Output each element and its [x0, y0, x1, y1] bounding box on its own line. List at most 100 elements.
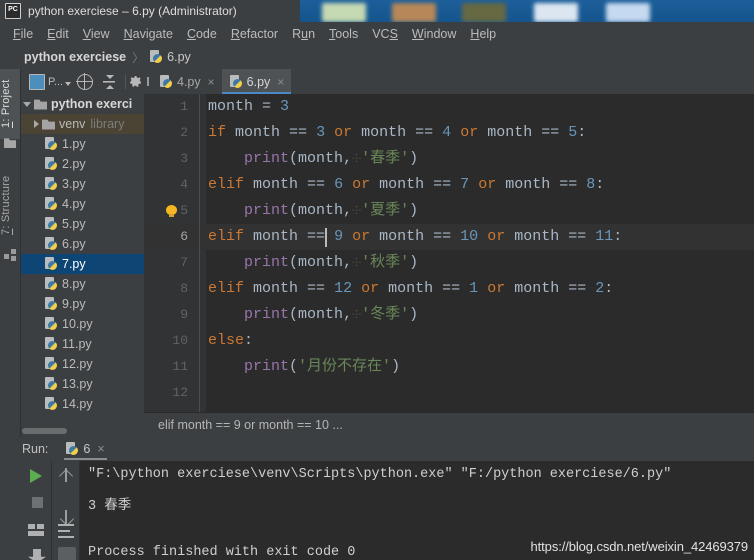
- run-window-title: Run:: [22, 442, 49, 456]
- editor-tab-6-py[interactable]: 6.py ×: [221, 69, 292, 94]
- editor-breadcrumb-bar[interactable]: elif month == 9 or month == 10 ...: [144, 412, 754, 437]
- line-number-10[interactable]: 10: [144, 328, 188, 354]
- tree-node-10-py[interactable]: 10.py: [21, 314, 144, 334]
- menu-item-run[interactable]: Run: [285, 25, 322, 43]
- menu-item-window[interactable]: Window: [405, 25, 463, 43]
- line-number-12[interactable]: 12: [144, 380, 188, 406]
- tree-node-venv[interactable]: venv library: [21, 114, 144, 134]
- tree-node-6-py[interactable]: 6.py: [21, 234, 144, 254]
- tree-node-11-py[interactable]: 11.py: [21, 334, 144, 354]
- code-line-10[interactable]: else:: [206, 328, 754, 354]
- menu-item-refactor[interactable]: Refactor: [224, 25, 285, 43]
- stop-icon[interactable]: [28, 493, 46, 511]
- line-number-7[interactable]: 7: [144, 250, 188, 276]
- taskbar-icon-1[interactable]: [322, 3, 366, 22]
- menu-item-code[interactable]: Code: [180, 25, 224, 43]
- project-view-selector-label[interactable]: P...: [48, 76, 63, 88]
- chevron-down-icon[interactable]: [23, 101, 31, 107]
- tree-node-1-py[interactable]: 1.py: [21, 134, 144, 154]
- tree-node-label: 13.py: [62, 377, 93, 391]
- code-line-11[interactable]: print('月份不存在'): [206, 354, 754, 380]
- code-line-3[interactable]: print(month,⸭'春季'): [206, 146, 754, 172]
- tree-node-8-py[interactable]: 8.py: [21, 274, 144, 294]
- tree-node-5-py[interactable]: 5.py: [21, 214, 144, 234]
- menu-item-vcs[interactable]: VCS: [365, 25, 405, 43]
- chevron-down-icon[interactable]: [65, 81, 72, 86]
- code-lines[interactable]: month = 3 if month == 3 or month == 4 or …: [206, 94, 754, 412]
- python-file-icon: [45, 377, 58, 391]
- tree-node-label: 11.py: [62, 337, 92, 351]
- line-number-6[interactable]: 6: [144, 224, 188, 250]
- soft-wrap-icon[interactable]: [58, 523, 76, 541]
- previous-occurrence-icon[interactable]: [58, 467, 74, 483]
- tree-node-3-py[interactable]: 3.py: [21, 174, 144, 194]
- code-editor[interactable]: 1 2 3 4 5 6 7 8 9 10 11 12 month = 3 if month == 3 o…: [144, 94, 754, 412]
- sidebar-item-project[interactable]: 1: Project: [0, 69, 20, 139]
- sidebar-item-structure[interactable]: 7: Structure: [0, 161, 20, 249]
- code-line-9[interactable]: print(month,⸭'冬季'): [206, 302, 754, 328]
- menu-item-tools[interactable]: Tools: [322, 25, 365, 43]
- code-line-5[interactable]: print(month,⸭'夏季'): [206, 198, 754, 224]
- editor-tab-label: 4.py: [177, 74, 201, 89]
- structure-icon[interactable]: [4, 249, 16, 261]
- scroll-to-end-icon[interactable]: [58, 547, 76, 560]
- editor-tab-4-py[interactable]: 4.py ×: [152, 69, 222, 94]
- intention-bulb-icon[interactable]: [166, 205, 177, 218]
- gutter-separator: [199, 94, 200, 412]
- tree-node-13-py[interactable]: 13.py: [21, 374, 144, 394]
- taskbar-icon-5[interactable]: [606, 3, 650, 22]
- menu-item-file[interactable]: File: [6, 25, 40, 43]
- editor-gutter[interactable]: 1 2 3 4 5 6 7 8 9 10 11 12: [144, 94, 206, 412]
- project-view-icon[interactable]: [29, 73, 45, 90]
- code-line-2[interactable]: if month == 3 or month == 4 or month == …: [206, 120, 754, 146]
- tree-node-4-py[interactable]: 4.py: [21, 194, 144, 214]
- line-number-8[interactable]: 8: [144, 276, 188, 302]
- collapse-all-icon[interactable]: [102, 73, 119, 90]
- taskbar-icon-3[interactable]: [462, 3, 506, 22]
- project-horizontal-scrollbar[interactable]: [22, 428, 67, 434]
- editor-tab-bar: 4.py × 6.py ×: [144, 69, 754, 94]
- line-number-1[interactable]: 1: [144, 94, 188, 120]
- gear-icon[interactable]: [130, 76, 142, 87]
- python-file-icon: [45, 137, 58, 151]
- menu-item-help[interactable]: Help: [463, 25, 503, 43]
- chevron-right-icon[interactable]: [34, 120, 39, 128]
- tree-node-12-py[interactable]: 12.py: [21, 354, 144, 374]
- line-number-4[interactable]: 4: [144, 172, 188, 198]
- line-number-11[interactable]: 11: [144, 354, 188, 380]
- breadcrumb-project[interactable]: python exerciese: [24, 50, 126, 64]
- tree-node-python-exerci[interactable]: python exerci: [21, 94, 144, 114]
- tree-node-7-py[interactable]: 7.py: [21, 254, 144, 274]
- rerun-icon[interactable]: [28, 523, 46, 541]
- tree-node-2-py[interactable]: 2.py: [21, 154, 144, 174]
- code-line-1[interactable]: month = 3: [206, 94, 754, 120]
- menu-item-view[interactable]: View: [76, 25, 117, 43]
- tree-node-9-py[interactable]: 9.py: [21, 294, 144, 314]
- menu-item-edit[interactable]: Edit: [40, 25, 76, 43]
- code-line-12[interactable]: [206, 380, 754, 406]
- close-icon[interactable]: ×: [97, 442, 104, 456]
- line-number-9[interactable]: 9: [144, 302, 188, 328]
- menu-item-navigate[interactable]: Navigate: [117, 25, 180, 43]
- code-line-7[interactable]: print(month,⸭'秋季'): [206, 250, 754, 276]
- close-icon[interactable]: ×: [277, 76, 284, 88]
- close-icon[interactable]: ×: [208, 76, 215, 88]
- taskbar-icon-2[interactable]: [392, 3, 436, 22]
- clear-all-icon[interactable]: [28, 549, 46, 560]
- locate-target-icon[interactable]: [76, 72, 94, 90]
- window-title-area: PC python exerciese – 6.py (Administrato…: [0, 0, 300, 22]
- code-line-4[interactable]: elif month == 6 or month == 7 or month =…: [206, 172, 754, 198]
- tree-node-label: 10.py: [62, 317, 93, 331]
- breadcrumb-file[interactable]: 6.py: [167, 50, 191, 64]
- tree-node-14-py[interactable]: 14.py: [21, 394, 144, 414]
- line-number-3[interactable]: 3: [144, 146, 188, 172]
- run-play-icon[interactable]: [28, 467, 46, 485]
- run-configuration-tab[interactable]: 6 ×: [60, 437, 110, 461]
- line-number-2[interactable]: 2: [144, 120, 188, 146]
- code-line-8[interactable]: elif month == 12 or month == 1 or month …: [206, 276, 754, 302]
- left-tool-window-stripe: 1: Project 7: Structure: [0, 69, 21, 437]
- code-line-6[interactable]: elif month == 9 or month == 10 or month …: [206, 224, 754, 250]
- menu-bar: File Edit View Navigate Code Refactor Ru…: [0, 22, 754, 45]
- taskbar-icon-4[interactable]: [534, 3, 578, 22]
- project-tree[interactable]: python exerci venv library 1.py 2.py 3.py 4.py…: [21, 94, 144, 437]
